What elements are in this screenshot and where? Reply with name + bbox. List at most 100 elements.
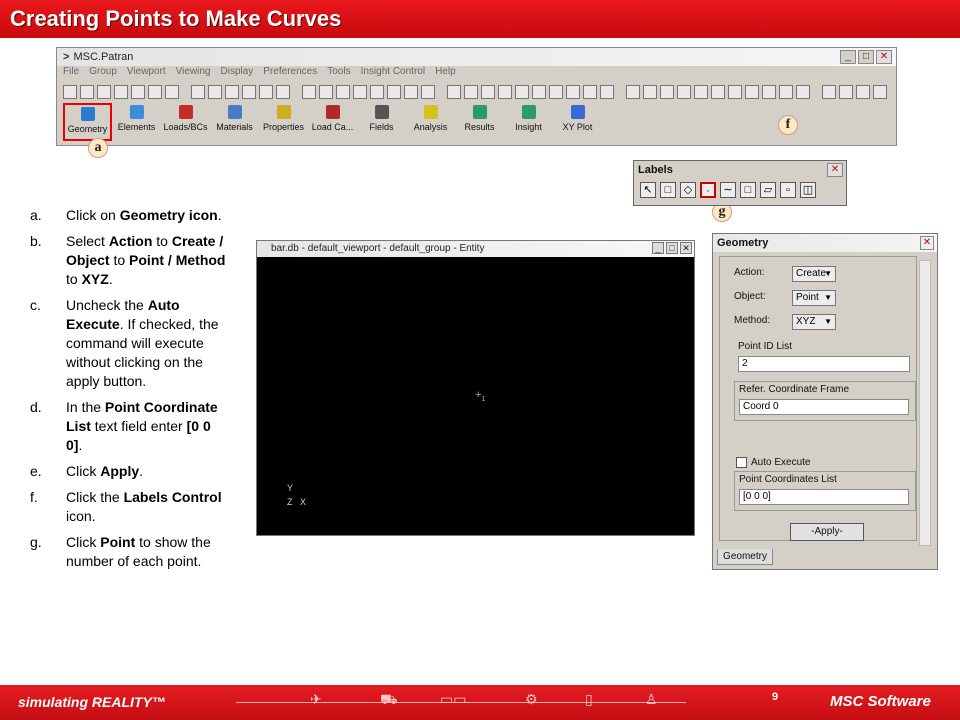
toolbar-tool-icon[interactable] (404, 85, 418, 99)
toolbar-tool-icon[interactable] (549, 85, 563, 99)
node-label-icon[interactable]: ▫ (780, 182, 796, 198)
viewport-minimize-button[interactable]: _ (652, 242, 664, 254)
point-id-field[interactable]: 2 (738, 356, 910, 372)
toolbar-tool-icon[interactable] (387, 85, 401, 99)
toolbar-tool-icon[interactable] (447, 85, 461, 99)
toolbar-tool-icon[interactable] (353, 85, 367, 99)
toolbar-tool-icon[interactable] (276, 85, 290, 99)
solid-label-icon[interactable]: ▱ (760, 182, 776, 198)
toolbar-tool-icon[interactable] (421, 85, 435, 99)
auto-execute-checkbox[interactable]: Auto Execute (736, 457, 810, 468)
action-dropdown[interactable]: Create (792, 266, 836, 282)
menu-item-4[interactable]: Display (221, 66, 254, 81)
geometry-close-button[interactable]: ✕ (920, 236, 934, 250)
instruction-step: a. Click on Geometry icon. (30, 206, 230, 225)
toolbar-tool-icon[interactable] (822, 85, 836, 99)
toolbar-tool-icon[interactable] (677, 85, 691, 99)
toolbar-tool-icon[interactable] (191, 85, 205, 99)
toolbar-tool-icon[interactable] (114, 85, 128, 99)
labels-close-button[interactable]: ✕ (827, 163, 843, 177)
toolbar-tool-icon[interactable] (481, 85, 495, 99)
toolbar-tool-icon[interactable] (242, 85, 256, 99)
toolbar-tool-icon[interactable] (302, 85, 316, 99)
menu-item-0[interactable]: File (63, 66, 79, 81)
toolbar-tool-icon[interactable] (856, 85, 870, 99)
solid-icon[interactable]: ◇ (680, 182, 696, 198)
object-dropdown[interactable]: Point (792, 290, 836, 306)
toolbar-tool-icon[interactable] (779, 85, 793, 99)
toolbar-tool-icon[interactable] (694, 85, 708, 99)
app-button-analysis[interactable]: Analysis (406, 103, 455, 141)
app-button-properties[interactable]: Properties (259, 103, 308, 141)
toolbar-tool-icon[interactable] (728, 85, 742, 99)
form-scrollbar[interactable] (919, 260, 931, 546)
toolbar-tool-icon[interactable] (566, 85, 580, 99)
surface-label-icon[interactable]: □ (740, 182, 756, 198)
toolbar-tool-icon[interactable] (745, 85, 759, 99)
close-button[interactable]: ✕ (876, 50, 892, 64)
toolbar-tool-icon[interactable] (532, 85, 546, 99)
toolbar-tool-icon[interactable] (762, 85, 776, 99)
toolbar-tool-icon[interactable] (63, 85, 77, 99)
toolbar-tool-icon[interactable] (643, 85, 657, 99)
slide-title-bar: Creating Points to Make Curves (0, 0, 960, 38)
app-button-results[interactable]: Results (455, 103, 504, 141)
toolbar-tool-icon[interactable] (319, 85, 333, 99)
app-button-materials[interactable]: Materials (210, 103, 259, 141)
viewport-close-button[interactable]: ✕ (680, 242, 692, 254)
toolbar-tool-icon[interactable] (148, 85, 162, 99)
coord-frame-field[interactable]: Coord 0 (739, 399, 909, 415)
menu-item-1[interactable]: Group (89, 66, 117, 81)
minimize-button[interactable]: _ (840, 50, 856, 64)
point-coords-group: Point Coordinates List [0 0 0] (734, 471, 916, 511)
main-toolbar (57, 81, 896, 103)
app-button-insight[interactable]: Insight (504, 103, 553, 141)
toolbar-tool-icon[interactable] (711, 85, 725, 99)
toolbar-tool-icon[interactable] (97, 85, 111, 99)
toolbar-tool-icon[interactable] (839, 85, 853, 99)
pointer-icon[interactable]: ↖ (640, 182, 656, 198)
menu-item-5[interactable]: Preferences (263, 66, 317, 81)
box-icon[interactable]: □ (660, 182, 676, 198)
point-coords-field[interactable]: [0 0 0] (739, 489, 909, 505)
app-button-loads-bcs[interactable]: Loads/BCs (161, 103, 210, 141)
app-button-elements[interactable]: Elements (112, 103, 161, 141)
viewport-maximize-button[interactable]: □ (666, 242, 678, 254)
toolbar-tool-icon[interactable] (583, 85, 597, 99)
toolbar-tool-icon[interactable] (131, 85, 145, 99)
element-label-icon[interactable]: ◫ (800, 182, 816, 198)
toolbar-tool-icon[interactable] (626, 85, 640, 99)
app-button-xy-plot[interactable]: XY Plot (553, 103, 602, 141)
toolbar-tool-icon[interactable] (336, 85, 350, 99)
menu-item-8[interactable]: Help (435, 66, 456, 81)
point-label-icon[interactable]: · (700, 182, 716, 198)
app-button-geometry[interactable]: Geometry (63, 103, 112, 141)
toolbar-tool-icon[interactable] (873, 85, 887, 99)
toolbar-tool-icon[interactable] (660, 85, 674, 99)
toolbar-tool-icon[interactable] (225, 85, 239, 99)
toolbar-tool-icon[interactable] (498, 85, 512, 99)
toolbar-tool-icon[interactable] (464, 85, 478, 99)
toolbar-tool-icon[interactable] (259, 85, 273, 99)
method-dropdown[interactable]: XYZ (792, 314, 836, 330)
step-fragment: . (139, 463, 144, 479)
toolbar-tool-icon[interactable] (515, 85, 529, 99)
geometry-tab[interactable]: Geometry (717, 549, 773, 565)
menu-item-7[interactable]: Insight Control (361, 66, 425, 81)
toolbar-tool-icon[interactable] (165, 85, 179, 99)
toolbar-tool-icon[interactable] (370, 85, 384, 99)
menu-item-6[interactable]: Tools (327, 66, 350, 81)
toolbar-tool-icon[interactable] (600, 85, 614, 99)
menu-item-3[interactable]: Viewing (176, 66, 211, 81)
auto-execute-box[interactable] (736, 457, 747, 468)
menu-item-2[interactable]: Viewport (127, 66, 166, 81)
app-button-fields[interactable]: Fields (357, 103, 406, 141)
toolbar-tool-icon[interactable] (80, 85, 94, 99)
app-button-load-ca-[interactable]: Load Ca... (308, 103, 357, 141)
graphics-viewport[interactable]: bar.db - default_viewport - default_grou… (256, 240, 695, 536)
curve-label-icon[interactable]: ∼ (720, 182, 736, 198)
toolbar-tool-icon[interactable] (796, 85, 810, 99)
toolbar-tool-icon[interactable] (208, 85, 222, 99)
maximize-button[interactable]: □ (858, 50, 874, 64)
apply-button[interactable]: -Apply- (790, 523, 864, 541)
